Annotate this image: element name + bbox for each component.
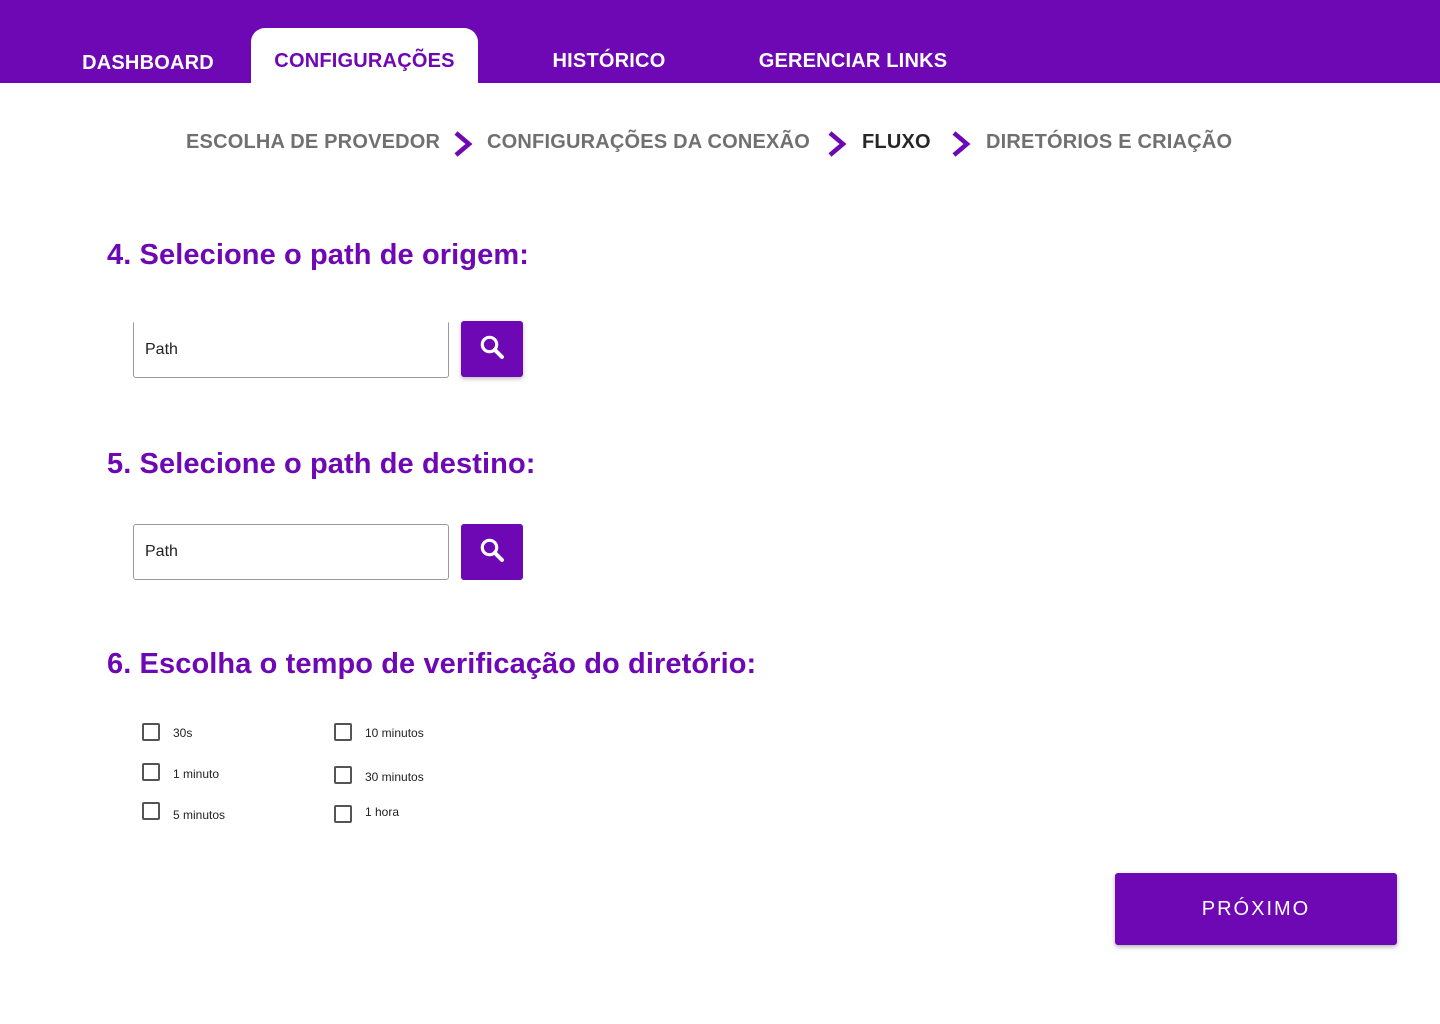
tab-gerenciar-links[interactable]: GERENCIAR LINKS — [748, 0, 958, 83]
option-30s[interactable]: 30s — [142, 723, 192, 741]
destination-path-field[interactable] — [133, 524, 449, 580]
checkbox[interactable] — [142, 723, 160, 741]
tab-label: DASHBOARD — [82, 52, 214, 74]
option-5-minutos[interactable]: 5 minutos — [142, 802, 225, 822]
search-icon — [479, 334, 505, 365]
option-label: 30s — [173, 726, 193, 740]
checkbox[interactable] — [334, 805, 352, 823]
interval-heading: 6. Escolha o tempo de verificação do dir… — [107, 648, 757, 680]
step-diretorios-e-criacao: DIRETÓRIOS E CRIAÇÃO — [986, 131, 1233, 153]
option-1-hora[interactable]: 1 hora — [334, 805, 399, 823]
option-10-minutos[interactable]: 10 minutos — [334, 723, 424, 741]
chevron-right-icon — [826, 130, 848, 158]
option-label: 5 minutos — [173, 808, 226, 822]
option-1-minuto[interactable]: 1 minuto — [142, 763, 219, 781]
checkbox[interactable] — [142, 763, 160, 781]
top-nav-bar: DASHBOARD CONFIGURAÇÕES HISTÓRICO GERENC… — [0, 0, 1440, 83]
origin-path-heading: 4. Selecione o path de origem: — [107, 239, 529, 271]
origin-path-input[interactable] — [145, 323, 435, 377]
step-configuracoes-da-conexao: CONFIGURAÇÕES DA CONEXÃO — [487, 131, 810, 153]
chevron-right-icon — [950, 130, 972, 158]
destination-search-button[interactable] — [461, 524, 523, 580]
chevron-right-icon — [452, 130, 474, 158]
destination-path-input[interactable] — [145, 525, 435, 579]
step-fluxo: FLUXO — [862, 131, 931, 153]
origin-search-button[interactable] — [461, 321, 523, 377]
tab-dashboard[interactable]: DASHBOARD — [64, 0, 232, 83]
option-label: 30 minutos — [365, 770, 424, 784]
option-label: 10 minutos — [365, 726, 424, 740]
destination-path-heading: 5. Selecione o path de destino: — [107, 448, 536, 480]
tab-label: HISTÓRICO — [552, 50, 666, 72]
checkbox[interactable] — [334, 723, 352, 741]
search-icon — [479, 537, 505, 568]
tab-label: CONFIGURAÇÕES — [274, 50, 455, 72]
option-label: 1 minuto — [173, 767, 220, 781]
next-button[interactable]: PRÓXIMO — [1115, 873, 1397, 945]
tab-historico[interactable]: HISTÓRICO — [528, 0, 690, 83]
origin-path-field[interactable] — [133, 322, 449, 378]
step-escolha-de-provedor: ESCOLHA DE PROVEDOR — [186, 131, 441, 153]
tab-configuracoes[interactable]: CONFIGURAÇÕES — [251, 28, 478, 83]
tab-label: GERENCIAR LINKS — [758, 50, 948, 72]
option-30-minutos[interactable]: 30 minutos — [334, 766, 424, 784]
option-label: 1 hora — [365, 805, 400, 819]
next-button-label: PRÓXIMO — [1201, 897, 1311, 920]
checkbox[interactable] — [334, 766, 352, 784]
checkbox[interactable] — [142, 802, 160, 820]
